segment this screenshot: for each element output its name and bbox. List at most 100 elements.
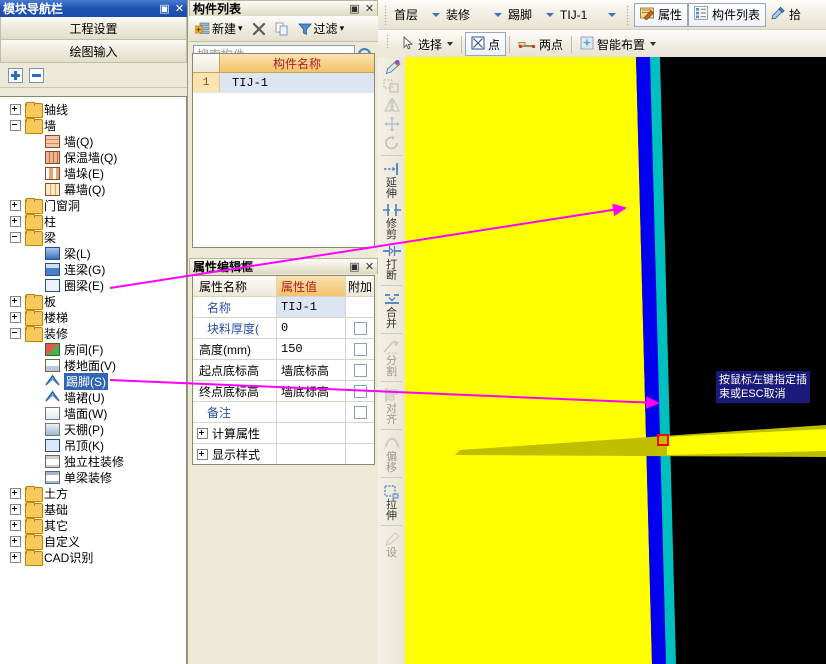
expand-plus-icon[interactable]	[10, 215, 21, 227]
vtool-copy-move[interactable]	[378, 76, 405, 95]
vtool-settings[interactable]: 设	[378, 529, 405, 559]
tree-item-吊顶k[interactable]: 吊顶(K)	[0, 437, 186, 453]
tree-item-踢脚s[interactable]: 踢脚(S)	[0, 372, 186, 390]
draw-tool-two-point[interactable]: 两点	[513, 33, 568, 55]
component-list[interactable]: 构件名称 1 TIJ-1	[192, 53, 375, 248]
expand-plus-icon[interactable]	[10, 103, 21, 115]
collapse-minus-icon[interactable]	[10, 119, 21, 131]
tree-item-墙q[interactable]: 墙(Q)	[0, 133, 186, 149]
vtool-merge[interactable]: 合并	[378, 289, 405, 330]
close-icon[interactable]: ✕	[172, 2, 187, 15]
expand-plus-icon[interactable]	[197, 427, 208, 439]
tree-item-单梁装修[interactable]: 单梁装修	[0, 469, 186, 485]
tree-item-保温墙q[interactable]: 保温墙(Q)	[0, 149, 186, 165]
category-select[interactable]: 装修	[444, 5, 506, 25]
tree-item-连梁g[interactable]: 连梁(G)	[0, 261, 186, 277]
property-row[interactable]: 块料厚度(0	[193, 318, 374, 339]
tree-item-独立柱装修[interactable]: 独立柱装修	[0, 453, 186, 469]
expand-plus-icon[interactable]	[10, 535, 21, 547]
tree-item-门窗洞[interactable]: 门窗洞	[0, 197, 186, 214]
property-row-value[interactable]: 墙底标高	[277, 381, 346, 401]
toolbar-grip[interactable]	[384, 4, 388, 25]
expand-all-icon[interactable]	[8, 67, 23, 83]
toolbar-button-eyedropper[interactable]: 拾	[766, 4, 806, 26]
vtool-mirror[interactable]	[378, 95, 405, 114]
tree-item-墙[interactable]: 墙	[0, 117, 186, 134]
tree-item-墙面w[interactable]: 墙面(W)	[0, 405, 186, 421]
expand-plus-icon[interactable]	[10, 503, 21, 515]
vtool-offset[interactable]: 偏移	[378, 433, 405, 474]
tree-item-墙裙u[interactable]: 墙裙(U)	[0, 389, 186, 405]
tree-item-板[interactable]: 板	[0, 293, 186, 310]
property-table[interactable]: 属性名称 属性值 附加 名称 TIJ-1 块料厚度(0 高度(mm) 150 起点底标高墙…	[192, 275, 375, 465]
property-row[interactable]: 起点底标高 墙底标高	[193, 360, 374, 381]
vtool-move[interactable]	[378, 114, 405, 133]
collapse-minus-icon[interactable]	[10, 231, 21, 243]
vtool-rotate[interactable]	[378, 133, 405, 152]
component-select[interactable]: TIJ-1	[558, 5, 620, 25]
tree-item-楼地面v[interactable]: 楼地面(V)	[0, 357, 186, 373]
vtool-brush[interactable]	[378, 57, 405, 76]
vtool-extend[interactable]: 延伸	[378, 159, 405, 200]
vtool-align[interactable]: 对齐	[378, 385, 405, 426]
tree-item-墙垛e[interactable]: 墙垛(E)	[0, 165, 186, 181]
pin-icon[interactable]: ▣	[157, 2, 172, 15]
vtool-stretch[interactable]: 拉伸	[378, 481, 405, 522]
chevron-down-icon[interactable]	[650, 42, 657, 46]
tree-item-天棚p[interactable]: 天棚(P)	[0, 421, 186, 437]
tree-item-幕墙q[interactable]: 幕墙(Q)	[0, 181, 186, 197]
floor-select[interactable]: 首层	[392, 5, 444, 25]
collapse-minus-icon[interactable]	[10, 327, 21, 339]
module-tree[interactable]: 轴线墙墙(Q) 保温墙(Q) 墙垛(E) 幕墙(Q) 门窗洞柱梁梁(L) 连梁(G) 圈梁(…	[0, 96, 187, 664]
extra-checkbox[interactable]	[353, 405, 367, 419]
tree-item-房间f[interactable]: 房间(F)	[0, 341, 186, 357]
expand-plus-icon[interactable]	[197, 448, 208, 460]
vtool-break[interactable]: 打断	[378, 241, 405, 282]
delete-component-button[interactable]	[249, 20, 269, 38]
collapse-all-icon[interactable]	[29, 67, 44, 83]
close-icon[interactable]: ✕	[362, 260, 377, 273]
expand-plus-icon[interactable]	[10, 487, 21, 499]
expand-plus-icon[interactable]	[10, 519, 21, 531]
chevron-down-icon[interactable]	[541, 6, 558, 24]
property-row-value[interactable]: 0	[277, 318, 346, 338]
property-row[interactable]: 名称 TIJ-1	[193, 297, 374, 318]
expand-plus-icon[interactable]	[10, 295, 21, 307]
tree-item-轴线[interactable]: 轴线	[0, 101, 186, 118]
chevron-down-icon[interactable]	[447, 42, 454, 46]
property-row[interactable]: 终点底标高 墙底标高	[193, 381, 374, 402]
expand-plus-icon[interactable]	[10, 311, 21, 323]
tree-item-圈梁e[interactable]: 圈梁(E)	[0, 277, 186, 293]
close-icon[interactable]: ✕	[362, 2, 377, 15]
tree-item-梁[interactable]: 梁	[0, 229, 186, 246]
chevron-down-icon[interactable]	[427, 6, 444, 24]
tree-item-基础[interactable]: 基础	[0, 501, 186, 518]
tree-item-装修[interactable]: 装修	[0, 325, 186, 342]
tree-item-土方[interactable]: 土方	[0, 485, 186, 502]
property-group-row[interactable]: 计算属性	[193, 423, 374, 444]
property-group-row[interactable]: 显示样式	[193, 444, 374, 464]
toolbar-button-component-list[interactable]: 构件列表	[688, 2, 767, 27]
chevron-down-icon[interactable]	[603, 6, 620, 24]
vtool-trim[interactable]: 修剪	[378, 200, 405, 241]
filter-button[interactable]: 过滤 ▾	[295, 18, 348, 39]
chevron-down-icon[interactable]	[489, 6, 506, 24]
toolbar-button-property[interactable]: 属性	[634, 2, 689, 27]
extra-checkbox[interactable]	[353, 321, 367, 335]
property-row-value[interactable]: 墙底标高	[277, 360, 346, 380]
property-row[interactable]: 高度(mm) 150	[193, 339, 374, 360]
vtool-split[interactable]: 分割	[378, 337, 405, 378]
property-row[interactable]: 备注	[193, 402, 374, 423]
expand-plus-icon[interactable]	[10, 199, 21, 211]
tree-item-cad识别[interactable]: CAD识别	[0, 549, 186, 566]
project-settings-button[interactable]: 工程设置	[0, 17, 187, 40]
copy-component-button[interactable]	[272, 20, 292, 38]
property-group-header[interactable]: 显示样式	[193, 444, 277, 464]
tree-item-其它[interactable]: 其它	[0, 517, 186, 534]
property-group-header[interactable]: 计算属性	[193, 423, 277, 443]
extra-checkbox[interactable]	[353, 384, 367, 398]
extra-checkbox[interactable]	[353, 342, 367, 356]
draw-tool-smart-layout[interactable]: 智能布置	[575, 33, 661, 55]
drawing-canvas[interactable]: 按鼠标左键指定插 束或ESC取消	[405, 57, 826, 664]
element-type-select[interactable]: 踢脚	[506, 5, 558, 25]
